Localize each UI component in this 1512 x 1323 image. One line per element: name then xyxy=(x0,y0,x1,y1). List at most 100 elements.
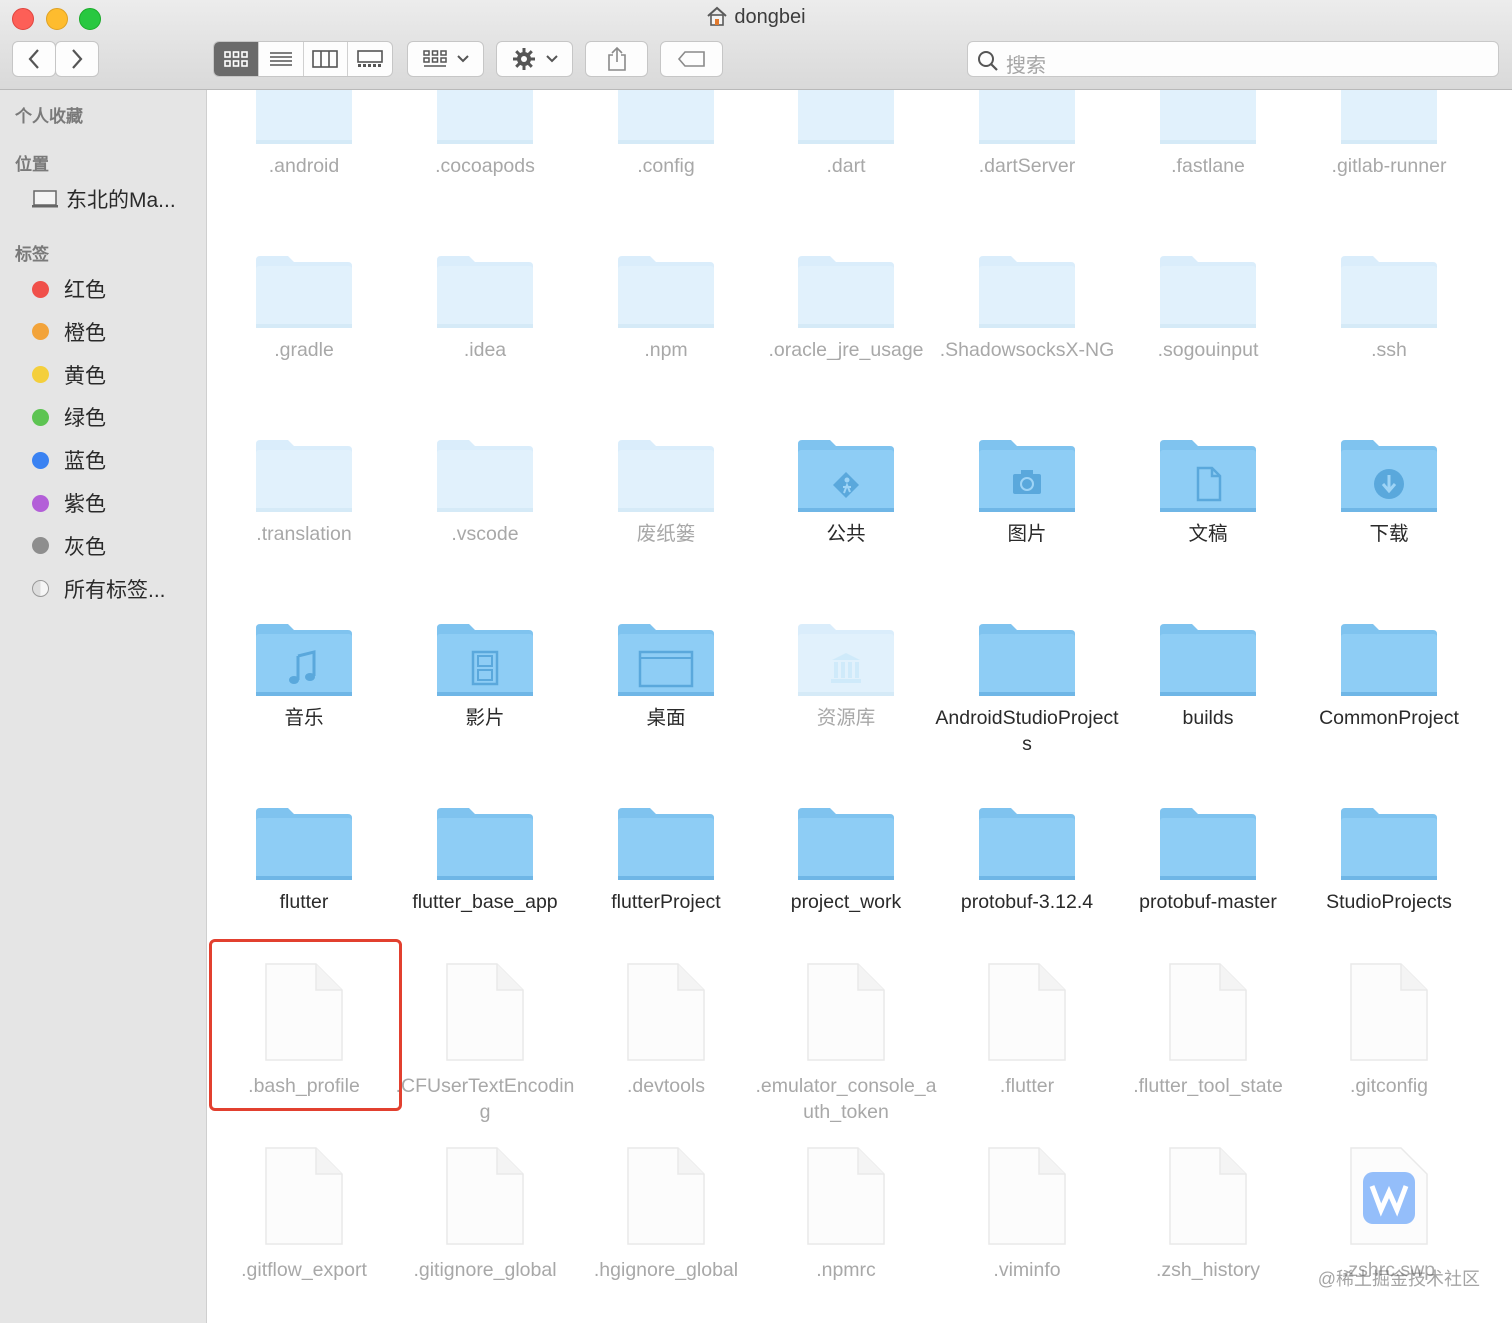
locations-header: 位置 xyxy=(15,155,49,174)
sidebar-tag-0[interactable]: 红色 xyxy=(32,274,106,304)
file-name-label: .emulator_console_auth_token xyxy=(755,1075,937,1123)
sidebar-tag-4[interactable]: 蓝色 xyxy=(32,445,106,475)
file-name-label: .gitlab-runner xyxy=(1331,155,1447,177)
sidebar-item-macbook[interactable]: 东北的Ma... xyxy=(32,184,176,214)
file-icon-grid: .android .cocoapods .config .dart .dartServe… xyxy=(207,90,1512,1323)
list-icon xyxy=(269,52,292,66)
edit-tags-button[interactable] xyxy=(660,41,723,77)
sidebar-tag-label: 黄色 xyxy=(64,364,106,388)
sidebar-item-label: 东北的Ma... xyxy=(66,189,176,212)
search-field[interactable]: 搜索 xyxy=(967,41,1499,77)
action-menu-button[interactable] xyxy=(496,41,573,77)
laptop-icon xyxy=(32,190,58,208)
folder-icon xyxy=(796,90,896,148)
sidebar-tag-label: 紫色 xyxy=(64,493,106,516)
sidebar-tag-label: 灰色 xyxy=(64,535,106,559)
gallery-view-button[interactable] xyxy=(348,42,392,76)
sidebar-tag-label: 蓝色 xyxy=(64,450,106,474)
group-by-button[interactable] xyxy=(407,41,484,77)
sidebar-tag-label: 所有标签... xyxy=(64,578,166,602)
home-icon xyxy=(707,6,728,26)
folder-icon xyxy=(1339,620,1439,700)
file-name-label: 影片 xyxy=(465,707,505,729)
document-icon xyxy=(254,1146,354,1246)
documents-folder-icon xyxy=(1158,436,1258,516)
file-name-label: .dart xyxy=(826,155,866,177)
folder-icon xyxy=(1158,252,1258,332)
file-name-label: .fastlane xyxy=(1171,155,1245,177)
file-name-label: StudioProjects xyxy=(1326,891,1452,913)
document-icon xyxy=(435,962,535,1062)
file-name-label: .gradle xyxy=(274,339,334,361)
folder-icon xyxy=(796,252,896,332)
icon-grid-icon xyxy=(224,51,248,67)
file-name-label: 音乐 xyxy=(284,707,324,729)
document-icon xyxy=(1158,1146,1258,1246)
document-icon xyxy=(616,1146,716,1246)
tags-header: 标签 xyxy=(15,245,49,264)
chevron-left-icon xyxy=(28,49,39,69)
sidebar-tag-3[interactable]: 绿色 xyxy=(32,402,106,432)
file-name-label: .flutter xyxy=(999,1075,1055,1097)
folder-icon xyxy=(254,804,354,884)
window-toolbar: dongbei 搜索 xyxy=(0,0,1512,90)
folder-icon xyxy=(254,90,354,148)
folder-icon xyxy=(435,90,535,148)
sidebar-tag-2[interactable]: 黄色 xyxy=(32,360,106,390)
folder-icon xyxy=(435,252,535,332)
file-name-label: .devtools xyxy=(626,1075,706,1097)
file-name-label: .oracle_jre_usage xyxy=(768,339,924,361)
file-name-label: .android xyxy=(268,155,340,177)
back-button[interactable] xyxy=(12,41,56,77)
sidebar-tag-7[interactable]: 所有标签... xyxy=(32,574,166,604)
pictures-folder-icon xyxy=(977,436,1077,516)
file-name-label: .idea xyxy=(463,339,507,361)
sidebar-tag-5[interactable]: 紫色 xyxy=(32,488,106,518)
folder-icon xyxy=(435,804,535,884)
group-grid-icon xyxy=(422,50,447,67)
file-name-label: .npmrc xyxy=(816,1259,876,1281)
folder-icon xyxy=(1158,90,1258,148)
file-name-label: 桌面 xyxy=(646,707,686,729)
sidebar-tag-label: 橙色 xyxy=(64,321,106,345)
file-name-label: protobuf-master xyxy=(1139,891,1277,913)
list-view-button[interactable] xyxy=(259,42,304,76)
tag-color-dot xyxy=(32,580,49,598)
file-name-label: .translation xyxy=(256,523,352,545)
share-button[interactable] xyxy=(585,41,648,77)
column-view-button[interactable] xyxy=(304,42,349,76)
folder-icon xyxy=(1339,90,1439,148)
window-title: dongbei xyxy=(0,6,1512,29)
file-name-label: AndroidStudioProjects xyxy=(935,707,1119,755)
folder-icon xyxy=(1158,620,1258,700)
file-name-label: .zsh_history xyxy=(1155,1259,1261,1281)
favorites-header: 个人收藏 xyxy=(15,107,83,126)
downloads-folder-icon xyxy=(1339,436,1439,516)
file-name-label: .gitconfig xyxy=(1349,1075,1429,1097)
columns-icon xyxy=(312,50,339,68)
file-name-label: 公共 xyxy=(826,523,866,545)
document-icon xyxy=(796,962,896,1062)
file-name-label: .gitignore_global xyxy=(413,1259,557,1281)
library-folder-icon xyxy=(796,620,896,700)
file-name-label: .ShadowsocksX-NG xyxy=(939,339,1115,361)
sidebar-tag-1[interactable]: 橙色 xyxy=(32,317,106,347)
document-icon xyxy=(977,1146,1077,1246)
folder-icon xyxy=(616,804,716,884)
document-icon xyxy=(796,1146,896,1246)
sidebar-tag-6[interactable]: 灰色 xyxy=(32,531,106,561)
folder-icon xyxy=(977,804,1077,884)
sidebar-tag-label: 绿色 xyxy=(64,407,106,431)
file-name-label: 下载 xyxy=(1369,523,1409,545)
tag-color-dot xyxy=(32,537,49,555)
folder-icon xyxy=(1158,804,1258,884)
file-name-label: .gitflow_export xyxy=(241,1259,367,1281)
file-name-label: .flutter_tool_state xyxy=(1133,1075,1283,1097)
forward-button[interactable] xyxy=(55,41,99,77)
tag-color-dot xyxy=(32,451,49,469)
document-icon xyxy=(1339,962,1439,1062)
folder-icon xyxy=(977,252,1077,332)
icon-view-button[interactable] xyxy=(214,42,259,76)
file-name-label: builds xyxy=(1182,707,1234,729)
file-name-label: .vscode xyxy=(451,523,519,545)
